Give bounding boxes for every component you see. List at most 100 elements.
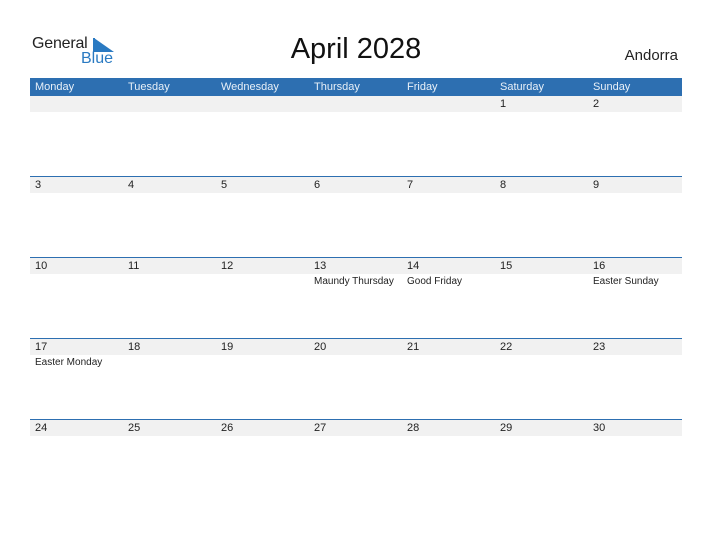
- holiday-label: [407, 355, 495, 356]
- holiday-label: [35, 274, 123, 275]
- day-number: 3: [35, 179, 42, 191]
- holiday-label: [221, 112, 309, 113]
- holiday-label: [128, 193, 216, 194]
- day-number: 25: [128, 422, 141, 434]
- holiday-label: [500, 112, 588, 113]
- day-cell: 19: [216, 339, 309, 420]
- day-number: 29: [500, 422, 513, 434]
- holiday-label: [128, 112, 216, 113]
- holiday-label: [35, 193, 123, 194]
- day-number: [407, 96, 495, 112]
- holiday-label: [314, 436, 402, 437]
- day-cell: [402, 96, 495, 177]
- day-cell: 16 Easter Sunday: [588, 258, 681, 339]
- weekday-friday: Friday: [407, 81, 438, 93]
- day-number: 6: [314, 179, 321, 191]
- holiday-label: [500, 274, 588, 275]
- holiday-label: [314, 112, 402, 113]
- holiday-label: Good Friday: [407, 276, 463, 287]
- week-row: 24 25 26 27 28 29 30: [30, 419, 682, 501]
- day-cell: 22: [495, 339, 588, 420]
- day-cell: 30: [588, 420, 681, 501]
- day-number: [221, 96, 309, 112]
- holiday-label: [593, 436, 681, 437]
- week-row: 3 4 5 6 7 8 9: [30, 176, 682, 258]
- holiday-label: Easter Monday: [35, 357, 103, 368]
- holiday-label: [221, 436, 309, 437]
- day-cell: 9: [588, 177, 681, 258]
- day-cell: 10: [30, 258, 123, 339]
- day-number: 9: [593, 179, 600, 191]
- day-cell: 6: [309, 177, 402, 258]
- holiday-label: Easter Sunday: [593, 276, 659, 287]
- day-cell: 18: [123, 339, 216, 420]
- holiday-label: [35, 436, 123, 437]
- day-number: 17: [35, 341, 48, 353]
- weekday-sunday: Sunday: [593, 81, 631, 93]
- day-cell: 29: [495, 420, 588, 501]
- holiday-label: [314, 193, 402, 194]
- holiday-label: [500, 355, 588, 356]
- holiday-label: Maundy Thursday: [314, 276, 394, 287]
- day-number: 30: [593, 422, 606, 434]
- holiday-label: [593, 193, 681, 194]
- day-cell: [216, 96, 309, 177]
- day-number: [314, 96, 402, 112]
- day-number: 8: [500, 179, 507, 191]
- day-number: 4: [128, 179, 135, 191]
- day-number: 2: [593, 98, 600, 110]
- day-cell: 11: [123, 258, 216, 339]
- day-cell: 27: [309, 420, 402, 501]
- week-row: 17 Easter Monday 18 19 20 21 22 23: [30, 338, 682, 420]
- day-cell: [30, 96, 123, 177]
- calendar-title: April 2028: [290, 33, 422, 65]
- day-cell: 20: [309, 339, 402, 420]
- holiday-label: [128, 274, 216, 275]
- holiday-label: [314, 355, 402, 356]
- day-cell: 28: [402, 420, 495, 501]
- holiday-label: [221, 193, 309, 194]
- day-number: 10: [35, 260, 48, 272]
- day-number: 20: [314, 341, 327, 353]
- day-number: 16: [593, 260, 606, 272]
- week-row: 12: [30, 96, 682, 177]
- day-cell: 12: [216, 258, 309, 339]
- day-cell: 8: [495, 177, 588, 258]
- day-cell: 1: [495, 96, 588, 177]
- day-cell: 5: [216, 177, 309, 258]
- day-cell: 13 Maundy Thursday: [309, 258, 402, 339]
- holiday-label: [221, 274, 309, 275]
- holiday-label: [593, 112, 681, 113]
- day-number: 15: [500, 260, 513, 272]
- weekday-wednesday: Wednesday: [221, 81, 279, 93]
- holiday-label: [128, 355, 216, 356]
- weekday-tuesday: Tuesday: [128, 81, 170, 93]
- holiday-label: [221, 355, 309, 356]
- weekday-header: Monday Tuesday Wednesday Thursday Friday…: [30, 78, 682, 96]
- day-number: 23: [593, 341, 606, 353]
- day-cell: 7: [402, 177, 495, 258]
- holiday-label: [407, 112, 495, 113]
- day-number: 11: [128, 260, 140, 272]
- day-number: 22: [500, 341, 513, 353]
- holiday-label: [593, 355, 681, 356]
- holiday-label: [407, 436, 495, 437]
- day-number: 14: [407, 260, 420, 272]
- weekday-saturday: Saturday: [500, 81, 545, 93]
- day-number: 28: [407, 422, 420, 434]
- day-cell: 26: [216, 420, 309, 501]
- day-number: 5: [221, 179, 228, 191]
- day-cell: [309, 96, 402, 177]
- day-cell: 15: [495, 258, 588, 339]
- weekday-monday: Monday: [35, 81, 75, 93]
- day-number: 19: [221, 341, 234, 353]
- day-cell: 2: [588, 96, 681, 177]
- day-cell: 23: [588, 339, 681, 420]
- day-number: 7: [407, 179, 414, 191]
- day-number: 18: [128, 341, 141, 353]
- day-number: 12: [221, 260, 234, 272]
- day-number: 21: [407, 341, 420, 353]
- holiday-label: [407, 193, 495, 194]
- day-cell: 25: [123, 420, 216, 501]
- day-number: 26: [221, 422, 234, 434]
